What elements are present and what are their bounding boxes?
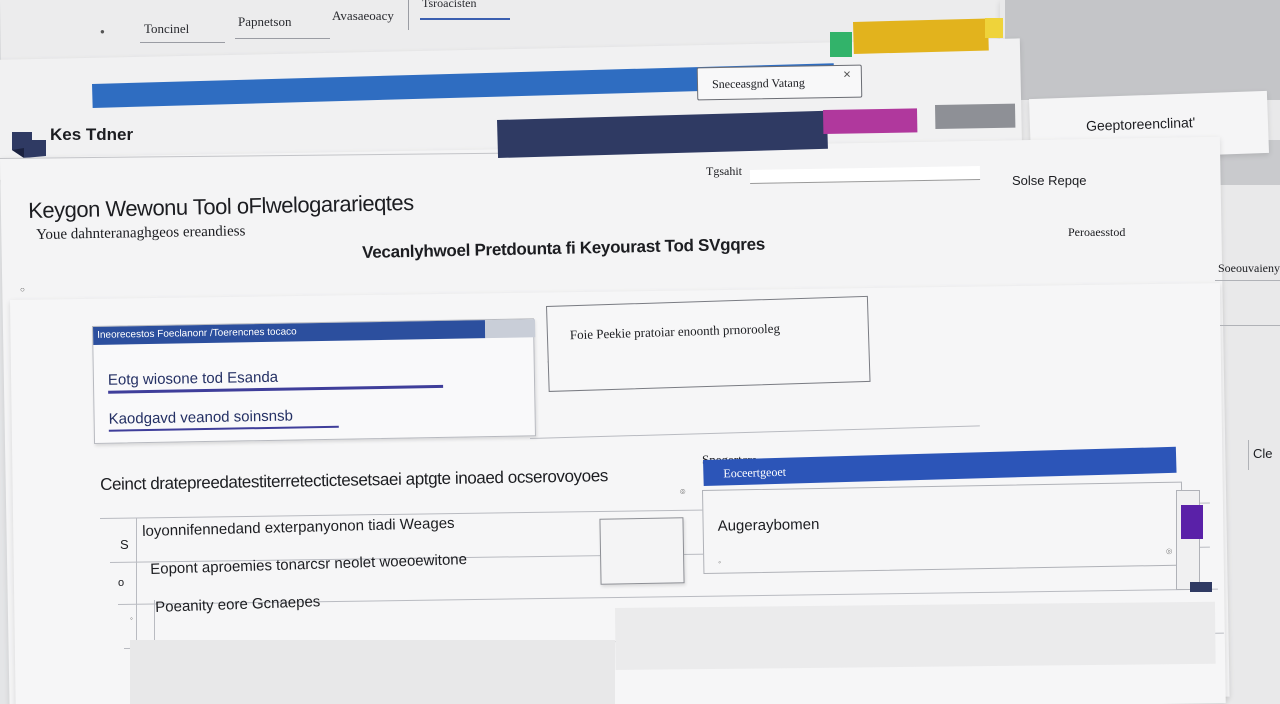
form-panel-header-label: Ineorecestos Foeclanonr /Toerencnes toca… (97, 326, 297, 341)
bullet-icon: ● (100, 27, 105, 36)
right-card-label: Geeptoreenclinat' (1085, 114, 1196, 134)
tab-active-indicator (420, 18, 510, 20)
secondary-button[interactable]: Sneceasgnd Vatang ✕ (696, 64, 863, 101)
close-icon[interactable]: ✕ (843, 70, 852, 81)
form-panel-header-tab[interactable] (484, 319, 536, 339)
bullet-icon: ◦ (130, 614, 133, 623)
form-field-1[interactable]: Eotg wiosone tod Esanda (108, 369, 278, 389)
close-icon[interactable]: ⌾ (680, 488, 685, 497)
shield-logo-icon (10, 128, 48, 160)
secondary-button-label: Sneceasgnd Vatang (711, 75, 805, 92)
table-row-shaded (130, 640, 615, 704)
app-title: Kes Tdner (50, 125, 134, 144)
tab-separator (408, 0, 409, 30)
search-label: Tgsahit (706, 164, 742, 178)
tab-avasaeoacy[interactable]: Avasaeoacy (332, 9, 394, 22)
metric-bar-gray (935, 103, 1016, 129)
scrollbar-end (1190, 582, 1212, 592)
tab-divider (235, 38, 330, 39)
table-floating-card[interactable] (599, 517, 685, 585)
metric-bar-magenta (823, 108, 918, 134)
progress-bar-yellow (853, 18, 989, 54)
tab-toncinel[interactable]: Toncinel (144, 22, 189, 35)
progress-bar-yellow-light (985, 18, 1003, 38)
tab-divider (140, 42, 225, 43)
form-panel: Ineorecestos Foeclanonr /Toerencnes toca… (92, 318, 536, 444)
progress-bar-green (830, 32, 852, 57)
side-label-solse[interactable]: Solse Repqe (1012, 174, 1086, 187)
table-row-marker: S (120, 537, 129, 552)
right-panel-selected-label: Eoceertgeoet (723, 464, 787, 481)
tab-tsroacisten[interactable]: Tsroacisten (422, 0, 476, 9)
scrollbar-thumb[interactable] (1181, 505, 1203, 539)
note-box-text: Foie Peekie pratoiar enoonth prnorooleg (569, 320, 781, 343)
side-label-pressed[interactable]: Peroaesstod (1068, 226, 1125, 238)
table-row-shaded (615, 601, 1216, 670)
tab-papnetson[interactable]: Papnetson (238, 15, 291, 28)
right-panel-dropdown[interactable]: Augeraybomen ◦ ⌾ (702, 481, 1184, 574)
note-box[interactable]: Foie Peekie pratoiar enoonth prnorooleg (546, 295, 871, 392)
close-icon[interactable]: ⌾ (1166, 547, 1172, 558)
side-label-overview[interactable]: Soeouvaieny (1218, 262, 1280, 274)
side-divider (1248, 440, 1249, 470)
form-field-2[interactable]: Kaodgavd veanod soinsnsb (108, 408, 293, 428)
bullet-icon: ○ (20, 285, 25, 294)
table-row-marker: o (118, 577, 125, 589)
side-divider (1220, 325, 1280, 326)
right-panel-value: Augeraybomen (717, 515, 820, 535)
background-gray-block (1005, 0, 1280, 100)
bullet-icon: ◦ (718, 557, 722, 567)
side-divider (1215, 280, 1280, 281)
side-label-cle[interactable]: Cle (1253, 447, 1273, 460)
